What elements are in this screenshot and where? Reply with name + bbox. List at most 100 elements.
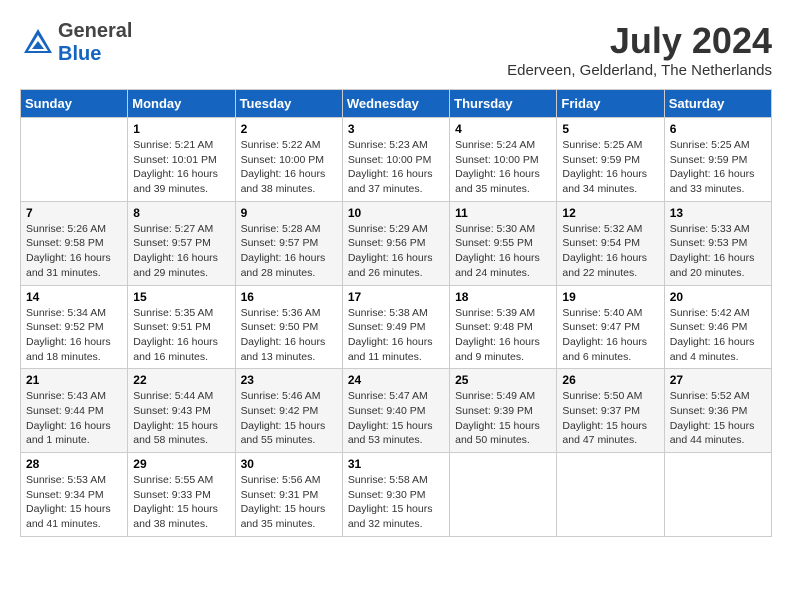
header-row: SundayMondayTuesdayWednesdayThursdayFrid… xyxy=(21,90,772,118)
day-number: 4 xyxy=(455,122,551,136)
day-info: Sunrise: 5:27 AM Sunset: 9:57 PM Dayligh… xyxy=(133,222,229,281)
day-info: Sunrise: 5:40 AM Sunset: 9:47 PM Dayligh… xyxy=(562,306,658,365)
day-number: 22 xyxy=(133,373,229,387)
calendar-cell: 7 Sunrise: 5:26 AM Sunset: 9:58 PM Daylig… xyxy=(21,201,128,285)
day-info: Sunrise: 5:58 AM Sunset: 9:30 PM Dayligh… xyxy=(348,473,444,532)
calendar-cell: 14 Sunrise: 5:34 AM Sunset: 9:52 PM Dayli… xyxy=(21,285,128,369)
calendar-header: SundayMondayTuesdayWednesdayThursdayFrid… xyxy=(21,90,772,118)
title-area: July 2024 Ederveen, Gelderland, The Neth… xyxy=(507,20,772,79)
day-info: Sunrise: 5:21 AM Sunset: 10:01 PM Daylig… xyxy=(133,138,229,197)
header: General Blue July 2024 Ederveen, Gelderl… xyxy=(20,20,772,79)
day-info: Sunrise: 5:32 AM Sunset: 9:54 PM Dayligh… xyxy=(562,222,658,281)
header-cell-friday: Friday xyxy=(557,90,664,118)
calendar-week-4: 21 Sunrise: 5:43 AM Sunset: 9:44 PM Dayli… xyxy=(21,369,772,453)
calendar-cell: 31 Sunrise: 5:58 AM Sunset: 9:30 PM Dayli… xyxy=(342,453,449,537)
day-number: 21 xyxy=(26,373,122,387)
day-info: Sunrise: 5:35 AM Sunset: 9:51 PM Dayligh… xyxy=(133,306,229,365)
day-info: Sunrise: 5:23 AM Sunset: 10:00 PM Daylig… xyxy=(348,138,444,197)
logo: General Blue xyxy=(20,20,132,66)
header-cell-saturday: Saturday xyxy=(664,90,771,118)
calendar-cell: 4 Sunrise: 5:24 AM Sunset: 10:00 PM Dayli… xyxy=(450,118,557,202)
day-number: 30 xyxy=(241,457,337,471)
day-info: Sunrise: 5:53 AM Sunset: 9:34 PM Dayligh… xyxy=(26,473,122,532)
calendar-cell: 8 Sunrise: 5:27 AM Sunset: 9:57 PM Daylig… xyxy=(128,201,235,285)
day-info: Sunrise: 5:33 AM Sunset: 9:53 PM Dayligh… xyxy=(670,222,766,281)
calendar-body: 1 Sunrise: 5:21 AM Sunset: 10:01 PM Dayli… xyxy=(21,118,772,537)
calendar-cell: 28 Sunrise: 5:53 AM Sunset: 9:34 PM Dayli… xyxy=(21,453,128,537)
day-info: Sunrise: 5:50 AM Sunset: 9:37 PM Dayligh… xyxy=(562,389,658,448)
calendar-cell xyxy=(450,453,557,537)
calendar-cell: 20 Sunrise: 5:42 AM Sunset: 9:46 PM Dayli… xyxy=(664,285,771,369)
day-number: 5 xyxy=(562,122,658,136)
header-cell-sunday: Sunday xyxy=(21,90,128,118)
calendar-cell: 24Sunrise: 5:47 AM Sunset: 9:40 PM Dayli… xyxy=(342,369,449,453)
calendar-cell: 13Sunrise: 5:33 AM Sunset: 9:53 PM Dayli… xyxy=(664,201,771,285)
day-info: Sunrise: 5:39 AM Sunset: 9:48 PM Dayligh… xyxy=(455,306,551,365)
calendar-cell: 19Sunrise: 5:40 AM Sunset: 9:47 PM Dayli… xyxy=(557,285,664,369)
day-info: Sunrise: 5:49 AM Sunset: 9:39 PM Dayligh… xyxy=(455,389,551,448)
calendar-cell: 17 Sunrise: 5:38 AM Sunset: 9:49 PM Dayli… xyxy=(342,285,449,369)
calendar-week-2: 7 Sunrise: 5:26 AM Sunset: 9:58 PM Daylig… xyxy=(21,201,772,285)
calendar-week-1: 1 Sunrise: 5:21 AM Sunset: 10:01 PM Dayli… xyxy=(21,118,772,202)
day-number: 31 xyxy=(348,457,444,471)
calendar-week-5: 28 Sunrise: 5:53 AM Sunset: 9:34 PM Dayli… xyxy=(21,453,772,537)
calendar-cell: 22 Sunrise: 5:44 AM Sunset: 9:43 PM Dayli… xyxy=(128,369,235,453)
calendar-cell: 29 Sunrise: 5:55 AM Sunset: 9:33 PM Dayli… xyxy=(128,453,235,537)
day-info: Sunrise: 5:29 AM Sunset: 9:56 PM Dayligh… xyxy=(348,222,444,281)
day-number: 11 xyxy=(455,206,551,220)
calendar-cell xyxy=(21,118,128,202)
day-number: 7 xyxy=(26,206,122,220)
calendar-week-3: 14 Sunrise: 5:34 AM Sunset: 9:52 PM Dayli… xyxy=(21,285,772,369)
location: Ederveen, Gelderland, The Netherlands xyxy=(507,62,772,79)
day-number: 10 xyxy=(348,206,444,220)
day-number: 1 xyxy=(133,122,229,136)
day-number: 26 xyxy=(562,373,658,387)
day-info: Sunrise: 5:24 AM Sunset: 10:00 PM Daylig… xyxy=(455,138,551,197)
day-number: 12 xyxy=(562,206,658,220)
logo-text: General Blue xyxy=(58,20,132,66)
calendar-cell: 9Sunrise: 5:28 AM Sunset: 9:57 PM Daylig… xyxy=(235,201,342,285)
header-cell-tuesday: Tuesday xyxy=(235,90,342,118)
calendar-table: SundayMondayTuesdayWednesdayThursdayFrid… xyxy=(20,89,772,537)
day-number: 18 xyxy=(455,290,551,304)
day-number: 6 xyxy=(670,122,766,136)
calendar-cell: 25 Sunrise: 5:49 AM Sunset: 9:39 PM Dayli… xyxy=(450,369,557,453)
day-info: Sunrise: 5:26 AM Sunset: 9:58 PM Dayligh… xyxy=(26,222,122,281)
month-year: July 2024 xyxy=(507,20,772,62)
calendar-cell: 30 Sunrise: 5:56 AM Sunset: 9:31 PM Dayli… xyxy=(235,453,342,537)
calendar-cell: 1 Sunrise: 5:21 AM Sunset: 10:01 PM Dayli… xyxy=(128,118,235,202)
logo-blue: Blue xyxy=(58,43,132,66)
calendar-cell xyxy=(664,453,771,537)
day-info: Sunrise: 5:34 AM Sunset: 9:52 PM Dayligh… xyxy=(26,306,122,365)
calendar-cell: 18 Sunrise: 5:39 AM Sunset: 9:48 PM Dayli… xyxy=(450,285,557,369)
day-number: 20 xyxy=(670,290,766,304)
calendar-cell: 5 Sunrise: 5:25 AM Sunset: 9:59 PM Daylig… xyxy=(557,118,664,202)
day-number: 27 xyxy=(670,373,766,387)
logo-general: General xyxy=(58,20,132,43)
day-number: 14 xyxy=(26,290,122,304)
day-number: 8 xyxy=(133,206,229,220)
day-number: 17 xyxy=(348,290,444,304)
day-info: Sunrise: 5:38 AM Sunset: 9:49 PM Dayligh… xyxy=(348,306,444,365)
calendar-cell: 11Sunrise: 5:30 AM Sunset: 9:55 PM Dayli… xyxy=(450,201,557,285)
day-info: Sunrise: 5:25 AM Sunset: 9:59 PM Dayligh… xyxy=(562,138,658,197)
day-number: 25 xyxy=(455,373,551,387)
day-info: Sunrise: 5:43 AM Sunset: 9:44 PM Dayligh… xyxy=(26,389,122,448)
header-cell-wednesday: Wednesday xyxy=(342,90,449,118)
day-info: Sunrise: 5:42 AM Sunset: 9:46 PM Dayligh… xyxy=(670,306,766,365)
day-info: Sunrise: 5:55 AM Sunset: 9:33 PM Dayligh… xyxy=(133,473,229,532)
calendar-cell: 27Sunrise: 5:52 AM Sunset: 9:36 PM Dayli… xyxy=(664,369,771,453)
day-number: 29 xyxy=(133,457,229,471)
calendar-cell: 12 Sunrise: 5:32 AM Sunset: 9:54 PM Dayli… xyxy=(557,201,664,285)
day-info: Sunrise: 5:22 AM Sunset: 10:00 PM Daylig… xyxy=(241,138,337,197)
day-number: 23 xyxy=(241,373,337,387)
calendar-cell: 2Sunrise: 5:22 AM Sunset: 10:00 PM Dayli… xyxy=(235,118,342,202)
day-info: Sunrise: 5:44 AM Sunset: 9:43 PM Dayligh… xyxy=(133,389,229,448)
day-info: Sunrise: 5:47 AM Sunset: 9:40 PM Dayligh… xyxy=(348,389,444,448)
day-number: 16 xyxy=(241,290,337,304)
day-info: Sunrise: 5:56 AM Sunset: 9:31 PM Dayligh… xyxy=(241,473,337,532)
day-number: 28 xyxy=(26,457,122,471)
calendar-cell: 21 Sunrise: 5:43 AM Sunset: 9:44 PM Dayli… xyxy=(21,369,128,453)
calendar-cell xyxy=(557,453,664,537)
calendar-cell: 15Sunrise: 5:35 AM Sunset: 9:51 PM Dayli… xyxy=(128,285,235,369)
